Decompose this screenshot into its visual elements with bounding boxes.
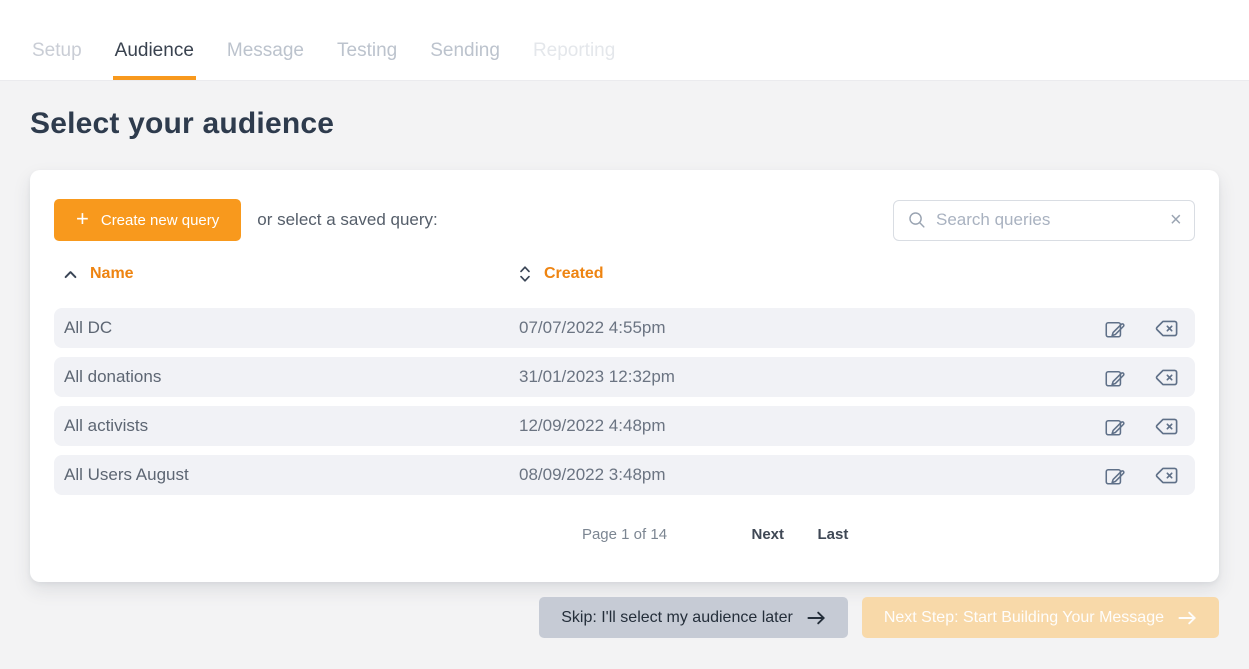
saved-query-row[interactable]: All DC 07/07/2022 4:55pm [54, 308, 1195, 348]
column-header-created-label: Created [544, 265, 604, 283]
query-created: 12/09/2022 4:48pm [509, 416, 1045, 436]
or-select-saved-query-text: or select a saved query: [257, 210, 437, 230]
skip-audience-button[interactable]: Skip: I'll select my audience later [539, 597, 848, 638]
tab-setup[interactable]: Setup [30, 40, 84, 80]
page-title: Select your audience [30, 107, 1219, 141]
pagination: Page 1 of 14 Next Last [54, 526, 1195, 546]
delete-query-button[interactable] [1154, 465, 1179, 486]
arrow-right-icon [1178, 611, 1197, 625]
search-icon [908, 211, 926, 229]
tab-sending[interactable]: Sending [428, 40, 502, 80]
step-footer-actions: Skip: I'll select my audience later Next… [30, 597, 1219, 638]
query-controls: + Create new query or select a saved que… [54, 199, 1195, 241]
clear-search-icon[interactable]: × [1167, 208, 1185, 232]
page-status: Page 1 of 14 [582, 526, 667, 543]
audience-step-content: Select your audience + Create new query … [0, 81, 1249, 638]
edit-pencil-icon [1103, 366, 1126, 389]
backspace-delete-icon [1154, 416, 1179, 437]
edit-query-button[interactable] [1103, 317, 1126, 340]
edit-pencil-icon [1103, 464, 1126, 487]
saved-query-row[interactable]: All activists 12/09/2022 4:48pm [54, 406, 1195, 446]
edit-query-button[interactable] [1103, 366, 1126, 389]
skip-audience-label: Skip: I'll select my audience later [561, 609, 793, 627]
delete-query-button[interactable] [1154, 318, 1179, 339]
delete-query-button[interactable] [1154, 367, 1179, 388]
query-name: All donations [64, 367, 509, 387]
sort-ascending-icon [64, 270, 77, 279]
query-name: All activists [64, 416, 509, 436]
backspace-delete-icon [1154, 465, 1179, 486]
row-actions [1045, 317, 1195, 340]
query-created: 08/09/2022 3:48pm [509, 465, 1045, 485]
edit-query-button[interactable] [1103, 464, 1126, 487]
next-step-button[interactable]: Next Step: Start Building Your Message [862, 597, 1219, 638]
tab-reporting: Reporting [531, 40, 617, 80]
wizard-tab-bar: Setup Audience Message Testing Sending R… [0, 0, 1249, 81]
row-actions [1045, 464, 1195, 487]
search-queries-box: × [893, 200, 1195, 241]
create-new-query-button[interactable]: + Create new query [54, 199, 241, 241]
tab-message[interactable]: Message [225, 40, 306, 80]
tab-testing[interactable]: Testing [335, 40, 399, 80]
delete-query-button[interactable] [1154, 416, 1179, 437]
saved-query-row[interactable]: All Users August 08/09/2022 3:48pm [54, 455, 1195, 495]
pagination-last-link[interactable]: Last [818, 526, 849, 543]
edit-pencil-icon [1103, 415, 1126, 438]
next-step-label: Next Step: Start Building Your Message [884, 609, 1164, 627]
query-name: All Users August [64, 465, 509, 485]
query-created: 07/07/2022 4:55pm [509, 318, 1045, 338]
search-queries-input[interactable] [936, 210, 1157, 230]
query-created: 31/01/2023 12:32pm [509, 367, 1045, 387]
edit-query-button[interactable] [1103, 415, 1126, 438]
pagination-next-link[interactable]: Next [752, 526, 785, 543]
backspace-delete-icon [1154, 367, 1179, 388]
column-header-name[interactable]: Name [64, 265, 509, 283]
backspace-delete-icon [1154, 318, 1179, 339]
saved-query-row[interactable]: All donations 31/01/2023 12:32pm [54, 357, 1195, 397]
edit-pencil-icon [1103, 317, 1126, 340]
wizard-tabs: Setup Audience Message Testing Sending R… [30, 40, 617, 80]
sort-both-icon [519, 265, 531, 283]
arrow-right-icon [807, 611, 826, 625]
row-actions [1045, 366, 1195, 389]
query-table-header: Name Created [54, 265, 1195, 283]
row-actions [1045, 415, 1195, 438]
query-table-body: All DC 07/07/2022 4:55pm [54, 308, 1195, 495]
query-name: All DC [64, 318, 509, 338]
column-header-created[interactable]: Created [509, 265, 1045, 283]
tab-audience[interactable]: Audience [113, 40, 196, 80]
plus-icon: + [76, 208, 89, 230]
saved-queries-card: + Create new query or select a saved que… [30, 170, 1219, 582]
create-new-query-label: Create new query [101, 212, 219, 229]
column-header-name-label: Name [90, 265, 134, 283]
